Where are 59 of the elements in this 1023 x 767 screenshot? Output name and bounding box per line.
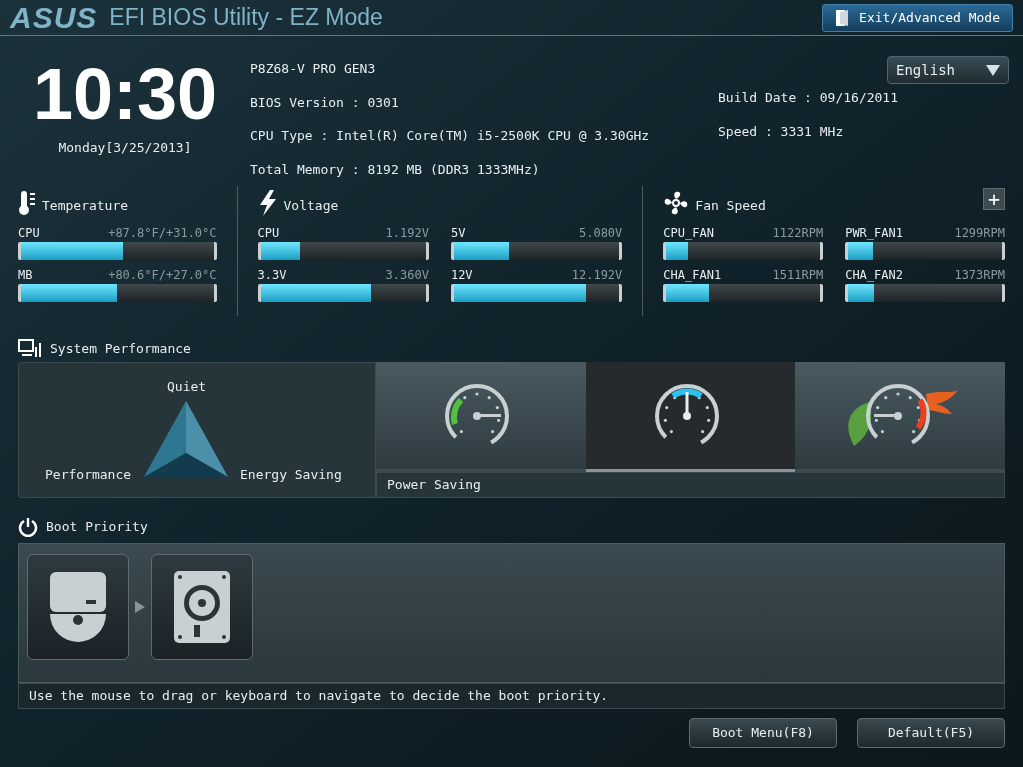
section-title: Voltage xyxy=(283,197,339,216)
sensor-name: PWR_FAN1 xyxy=(845,225,903,242)
sensor-reading: 1122RPM xyxy=(772,225,824,242)
sensor-name: 5V xyxy=(450,225,466,242)
sensor-reading: 5.080V xyxy=(578,225,623,242)
system-info: CPU Type : Intel(R) Core(TM) i5-2500K CPU @ 3.30GHz xyxy=(250,127,651,145)
sensor-reading: +87.8°F/+31.0°C xyxy=(108,225,217,242)
exit-advanced-mode-button[interactable]: Exit/Advanced Mode xyxy=(822,3,1013,32)
sensor-reading: +80.6°F/+27.0°C xyxy=(108,267,217,284)
performance-monitor-icon xyxy=(18,339,42,359)
power-icon xyxy=(18,517,38,537)
fan-icon xyxy=(663,190,690,216)
sensor-reading: 1.192V xyxy=(385,225,429,242)
performance-mode-tab[interactable] xyxy=(585,362,796,472)
sensor-name: 12V xyxy=(450,267,473,284)
clock-time: 10:30 xyxy=(32,53,218,136)
dropdown-arrow-icon xyxy=(986,64,1000,76)
expand-button[interactable]: + xyxy=(983,188,1005,210)
lightning-icon xyxy=(257,190,278,216)
sensor-reading: 1299RPM xyxy=(954,225,1005,242)
sensor-reading: 3.360V xyxy=(385,267,429,284)
sensor-name: CHA_FAN1 xyxy=(663,267,722,284)
mode-label: Power Saving xyxy=(387,476,481,495)
thermometer-icon xyxy=(18,190,36,216)
section-title: System Performance xyxy=(50,340,191,359)
clock-date: Monday[3/25/2013] xyxy=(58,139,192,157)
boot-device-button[interactable] xyxy=(27,554,129,660)
section-title: Fan Speed xyxy=(695,197,766,216)
sensor-name: CPU xyxy=(18,225,40,242)
section-title: Boot Priority xyxy=(46,518,148,537)
window-title: EFI BIOS Utility - EZ Mode xyxy=(109,3,383,33)
performance-mode-tab[interactable] xyxy=(795,362,1005,472)
quiet-label: Quiet xyxy=(167,378,207,396)
performance-mode-tab[interactable] xyxy=(376,362,586,472)
sensor-name: CHA_FAN2 xyxy=(845,267,903,284)
hard-drive-icon xyxy=(172,569,232,645)
sensor-name: 3.3V xyxy=(257,267,287,284)
sensor-reading: 1373RPM xyxy=(954,267,1005,284)
section-title: Temperature xyxy=(42,197,129,216)
action-button[interactable]: Boot Menu(F8) xyxy=(689,718,837,748)
language-dropdown[interactable]: English xyxy=(887,56,1009,84)
energy-saving-label: Energy Saving xyxy=(240,466,342,484)
system-info: Speed : 3331 MHz xyxy=(718,122,845,141)
sensor-reading: 1511RPM xyxy=(772,267,824,284)
system-info: Build Date : 09/16/2011 xyxy=(718,89,899,107)
asus-logo: ASUS xyxy=(10,2,98,33)
arrow-icon xyxy=(135,601,145,613)
boot-hint: Use the mouse to drag or keyboard to navigate to decide the boot priority. xyxy=(29,687,609,706)
system-info: BIOS Version : 0301 xyxy=(250,93,400,112)
sensor-name: CPU xyxy=(257,225,280,242)
action-button[interactable]: Default(F5) xyxy=(857,718,1005,748)
sensor-name: CPU_FAN xyxy=(663,225,714,242)
boot-device-button[interactable] xyxy=(151,554,253,660)
door-icon xyxy=(835,8,850,27)
performance-label: Performance xyxy=(45,466,132,484)
sensor-name: MB xyxy=(18,267,33,284)
sensor-reading: 12.192V xyxy=(571,267,623,284)
system-info: Total Memory : 8192 MB (DDR3 1333MHz) xyxy=(250,160,541,179)
board-model: P8Z68-V PRO GEN3 xyxy=(250,60,377,78)
